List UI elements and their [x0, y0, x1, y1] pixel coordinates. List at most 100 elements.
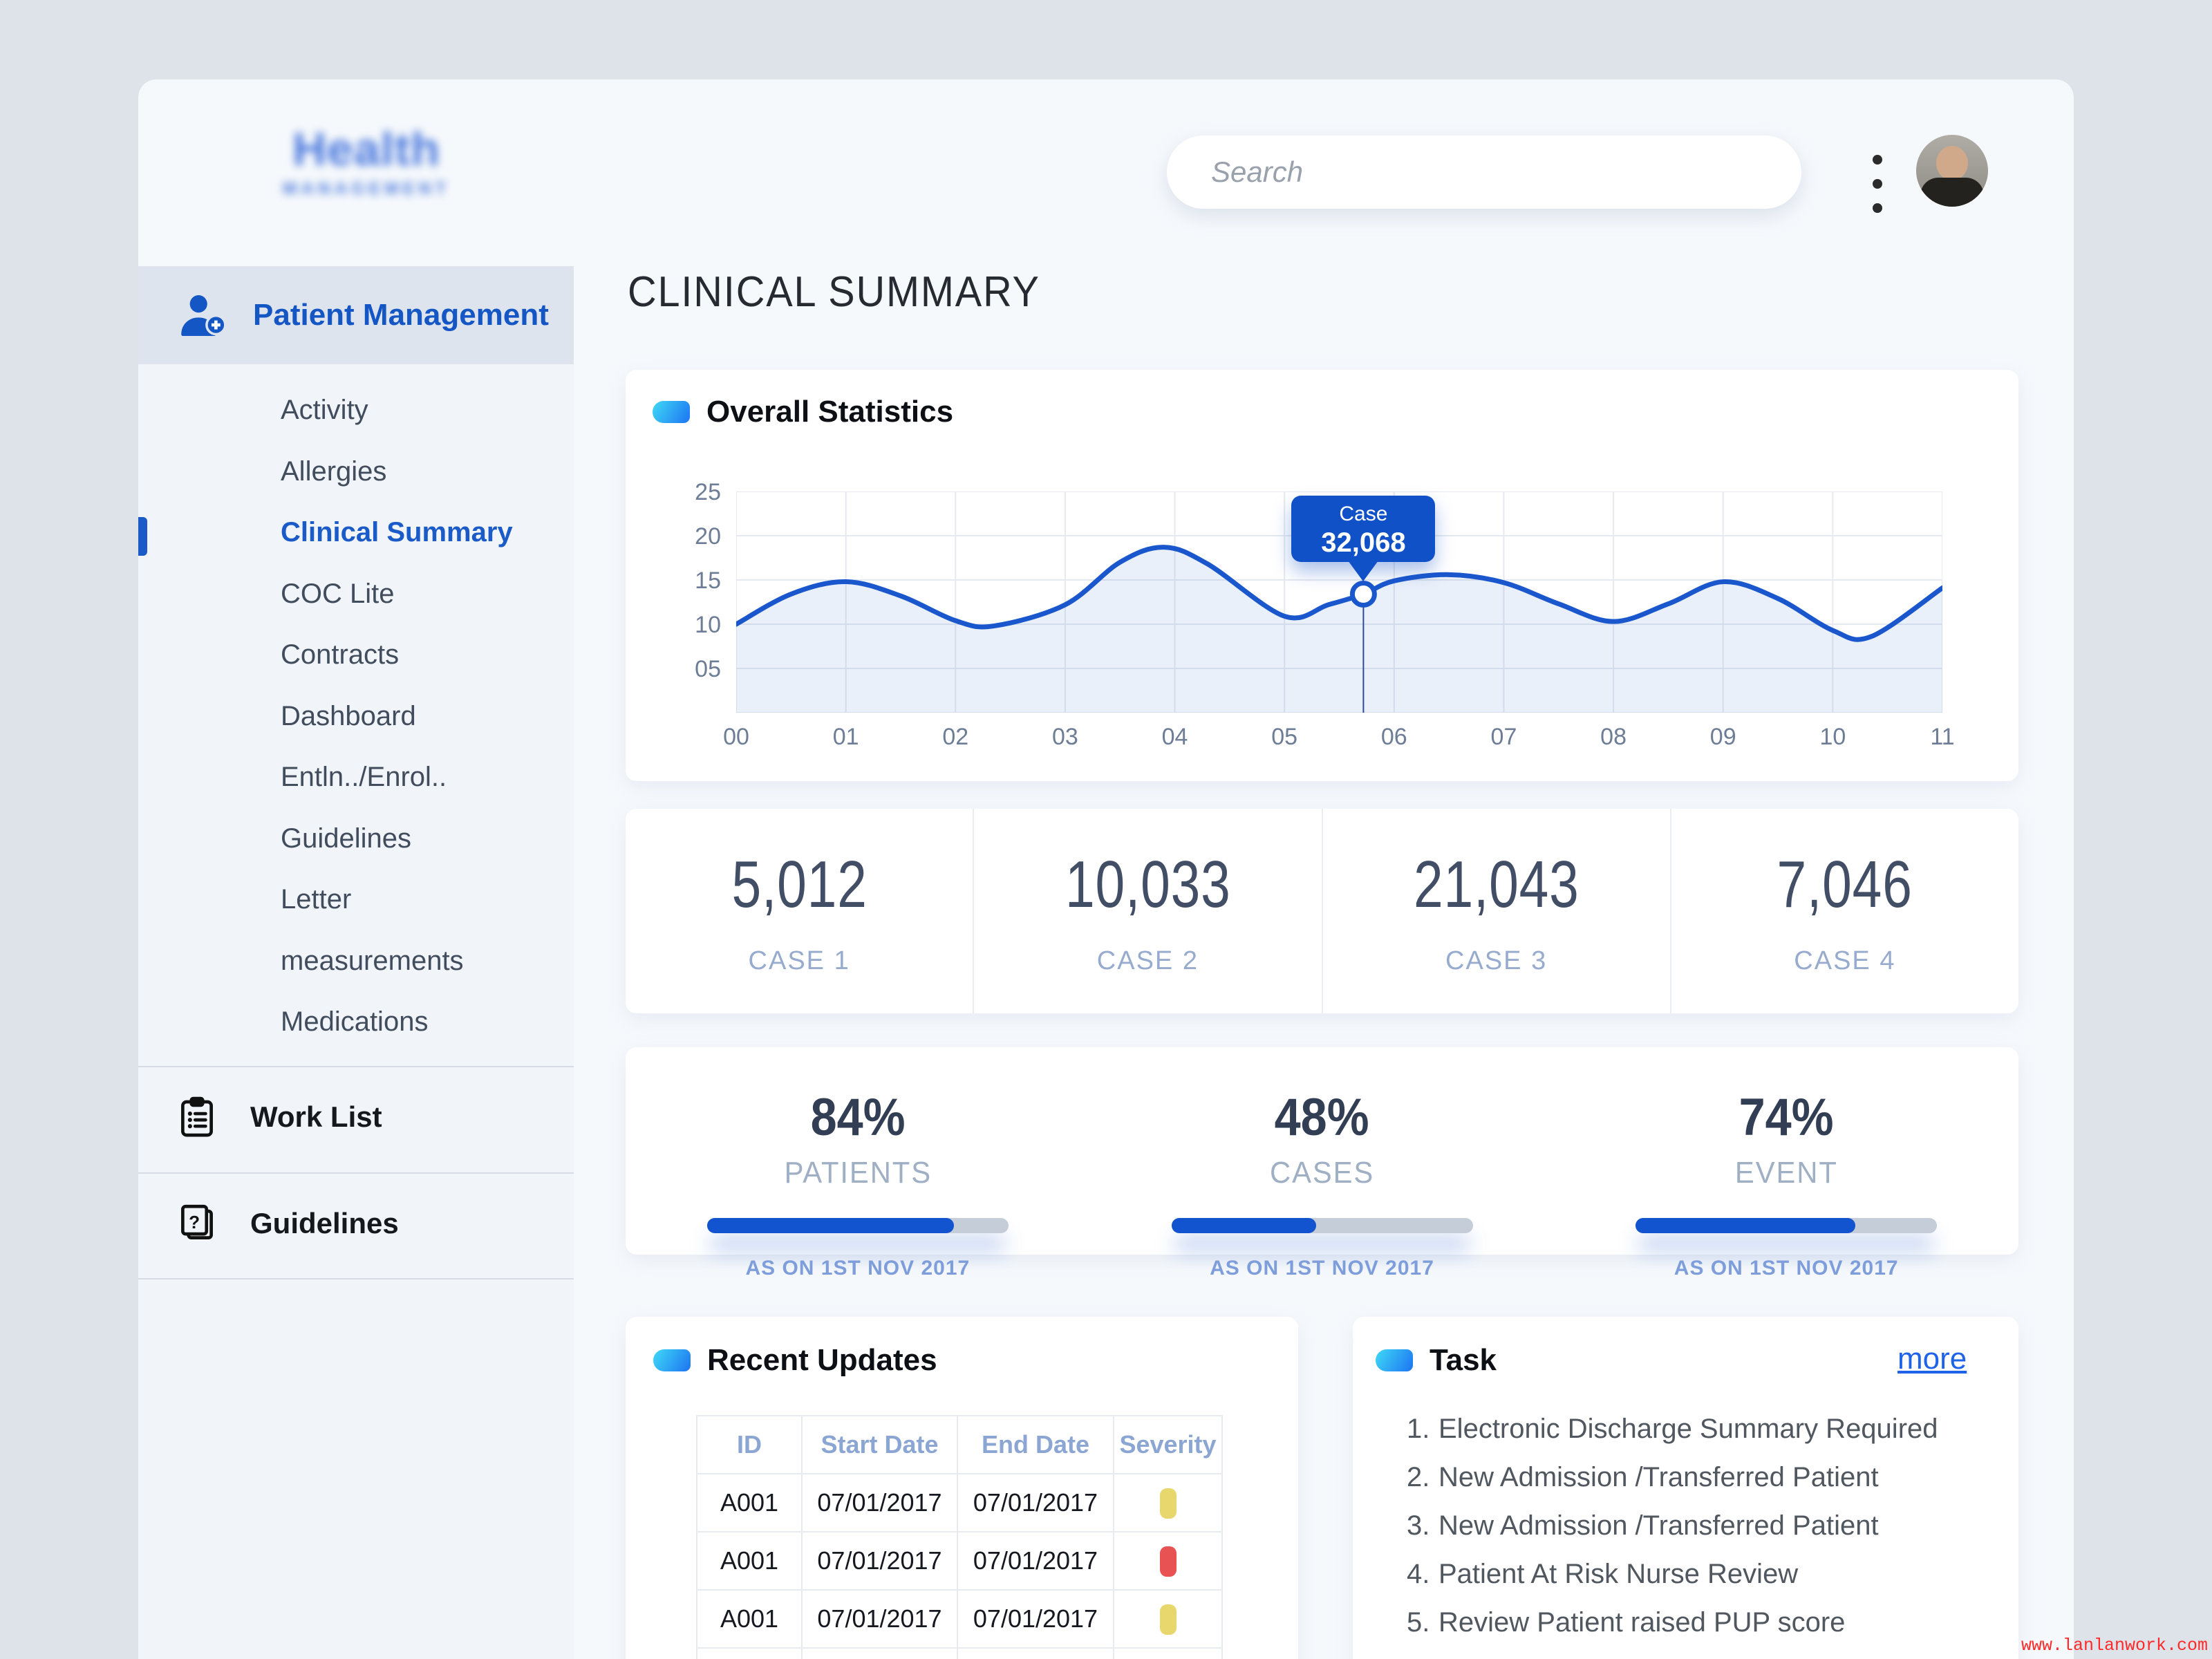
task-item[interactable]: 5.Review Patient raised PUP score [1407, 1607, 1845, 1638]
sidebar-section-label: Patient Management [253, 298, 549, 332]
guidelines-label: Guidelines [250, 1207, 399, 1240]
percent-label: CASES [1270, 1156, 1374, 1190]
main-panel: Health MANAGEMENT Patient Management Act… [138, 79, 2074, 1659]
sidebar-divider [138, 1066, 574, 1067]
task-item[interactable]: 2.New Admission /Transferred Patient [1407, 1462, 1879, 1493]
y-axis-label: 25 [666, 479, 721, 506]
col-id: ID [697, 1416, 802, 1474]
sidebar-item-allergies[interactable]: Allergies [281, 451, 571, 492]
y-axis-label: 15 [666, 568, 721, 594]
x-axis-label: 03 [1038, 724, 1093, 751]
table-row[interactable]: A001 07/01/2017 07/01/2017 [697, 1648, 1222, 1659]
progress-patients: 84% PATIENTS AS ON 1ST NOV 2017 [626, 1047, 1090, 1255]
sidebar-item-guidelines[interactable]: ? Guidelines [138, 1182, 574, 1265]
table-row[interactable]: A001 07/01/2017 07/01/2017 [697, 1590, 1222, 1648]
x-axis-label: 06 [1367, 724, 1422, 751]
sidebar-item-work-list[interactable]: Work List [138, 1076, 574, 1159]
clipboard-list-icon [174, 1094, 220, 1140]
avatar-shirt [1920, 178, 1984, 207]
page-title: CLINICAL SUMMARY [628, 268, 1040, 317]
more-link[interactable]: more [1897, 1342, 1967, 1376]
search-input[interactable] [1167, 135, 1801, 209]
kebab-menu-icon[interactable] [1864, 146, 1891, 222]
svg-text:?: ? [189, 1212, 200, 1232]
sidebar-item-medications[interactable]: Medications [281, 1001, 571, 1042]
stat-case-2: 10,033 CASE 2 [973, 809, 1321, 1013]
recent-updates-card: Recent Updates ID Start Date End Date Se… [626, 1317, 1298, 1659]
task-card: Task more 1.Electronic Discharge Summary… [1353, 1317, 2018, 1659]
sidebar-item-dashboard[interactable]: Dashboard [281, 695, 571, 737]
app-logo-subtitle: MANAGEMENT [263, 179, 470, 199]
active-item-marker [138, 517, 147, 556]
stat-label: CASE 1 [749, 946, 850, 976]
as-on-date: AS ON 1ST NOV 2017 [745, 1257, 970, 1280]
x-axis-label: 02 [928, 724, 983, 751]
sidebar-item-letter[interactable]: Letter [281, 879, 571, 920]
percent-label: EVENT [1735, 1156, 1838, 1190]
tooltip-value: 32,068 [1291, 527, 1435, 559]
sidebar-item-activity[interactable]: Activity [281, 389, 571, 431]
x-axis-label: 09 [1696, 724, 1751, 751]
stat-case-1: 5,012 CASE 1 [626, 809, 973, 1013]
case-stats-card: 5,012 CASE 1 10,033 CASE 2 21,043 CASE 3… [626, 809, 2018, 1013]
percent-value: 84% [810, 1087, 905, 1147]
severity-chip [1160, 1604, 1177, 1635]
chart-tooltip: Case 32,068 [1291, 496, 1435, 562]
avatar[interactable] [1916, 135, 1988, 207]
stat-case-4: 7,046 CASE 4 [1670, 809, 2018, 1013]
as-on-date: AS ON 1ST NOV 2017 [1674, 1257, 1899, 1280]
x-axis-label: 08 [1586, 724, 1641, 751]
app-logo: Health MANAGEMENT [263, 122, 470, 199]
task-item[interactable]: 4.Patient At Risk Nurse Review [1407, 1559, 1798, 1590]
overall-statistics-card: Overall Statistics Case 32,068 252015100… [626, 370, 2018, 781]
table-row[interactable]: A001 07/01/2017 07/01/2017 [697, 1474, 1222, 1532]
stat-case-3: 21,043 CASE 3 [1322, 809, 1670, 1013]
progress-bar [707, 1218, 1009, 1233]
recent-updates-table[interactable]: ID Start Date End Date Severity A001 07/… [696, 1415, 1223, 1659]
progress-bar [1635, 1218, 1937, 1233]
stat-label: CASE 4 [1794, 946, 1895, 976]
x-axis-label: 11 [1915, 724, 1970, 751]
task-title: Task [1430, 1343, 1497, 1378]
sidebar-item-coc-lite[interactable]: COC Lite [281, 573, 571, 615]
y-axis-label: 10 [666, 612, 721, 639]
overall-statistics-title: Overall Statistics [706, 395, 953, 429]
stat-value: 7,046 [1777, 847, 1913, 923]
sidebar-item-entln-enrol[interactable]: Entln../Enrol.. [281, 756, 571, 798]
percent-value: 74% [1739, 1087, 1834, 1147]
sidebar-item-measurements[interactable]: measurements [281, 940, 571, 982]
section-pill-icon [1376, 1349, 1413, 1371]
x-axis-label: 04 [1147, 724, 1203, 751]
sidebar-item-guidelines-sub[interactable]: Guidelines [281, 818, 571, 859]
as-on-date: AS ON 1ST NOV 2017 [1210, 1257, 1434, 1280]
col-severity: Severity [1114, 1416, 1222, 1474]
severity-chip [1160, 1488, 1177, 1519]
stat-value: 10,033 [1065, 847, 1231, 923]
task-item[interactable]: 1.Electronic Discharge Summary Required [1407, 1414, 1938, 1445]
recent-updates-title: Recent Updates [707, 1343, 937, 1378]
patient-add-icon [178, 290, 231, 340]
x-axis-label: 10 [1805, 724, 1860, 751]
stat-value: 5,012 [731, 847, 867, 923]
progress-bar [1172, 1218, 1473, 1233]
col-end: End Date [957, 1416, 1114, 1474]
sidebar-item-clinical-summary[interactable]: Clinical Summary [281, 512, 571, 553]
severity-chip [1160, 1546, 1177, 1577]
x-axis-label: 05 [1257, 724, 1312, 751]
x-axis-label: 07 [1476, 724, 1531, 751]
x-axis-label: 01 [818, 724, 874, 751]
task-item[interactable]: 3.New Admission /Transferred Patient [1407, 1510, 1879, 1541]
data-point-marker [1352, 583, 1374, 605]
sidebar-item-contracts[interactable]: Contracts [281, 634, 571, 675]
table-row[interactable]: A001 07/01/2017 07/01/2017 [697, 1532, 1222, 1590]
progress-event: 74% EVENT AS ON 1ST NOV 2017 [1554, 1047, 2018, 1255]
tooltip-title: Case [1291, 503, 1435, 526]
percent-value: 48% [1275, 1087, 1369, 1147]
sidebar-item-patient-management[interactable]: Patient Management [138, 266, 574, 364]
section-pill-icon [653, 401, 690, 423]
col-start: Start Date [802, 1416, 957, 1474]
stat-value: 21,043 [1414, 847, 1580, 923]
sidebar-divider [138, 1172, 574, 1174]
avatar-head [1936, 146, 1968, 180]
y-axis-label: 05 [666, 656, 721, 683]
